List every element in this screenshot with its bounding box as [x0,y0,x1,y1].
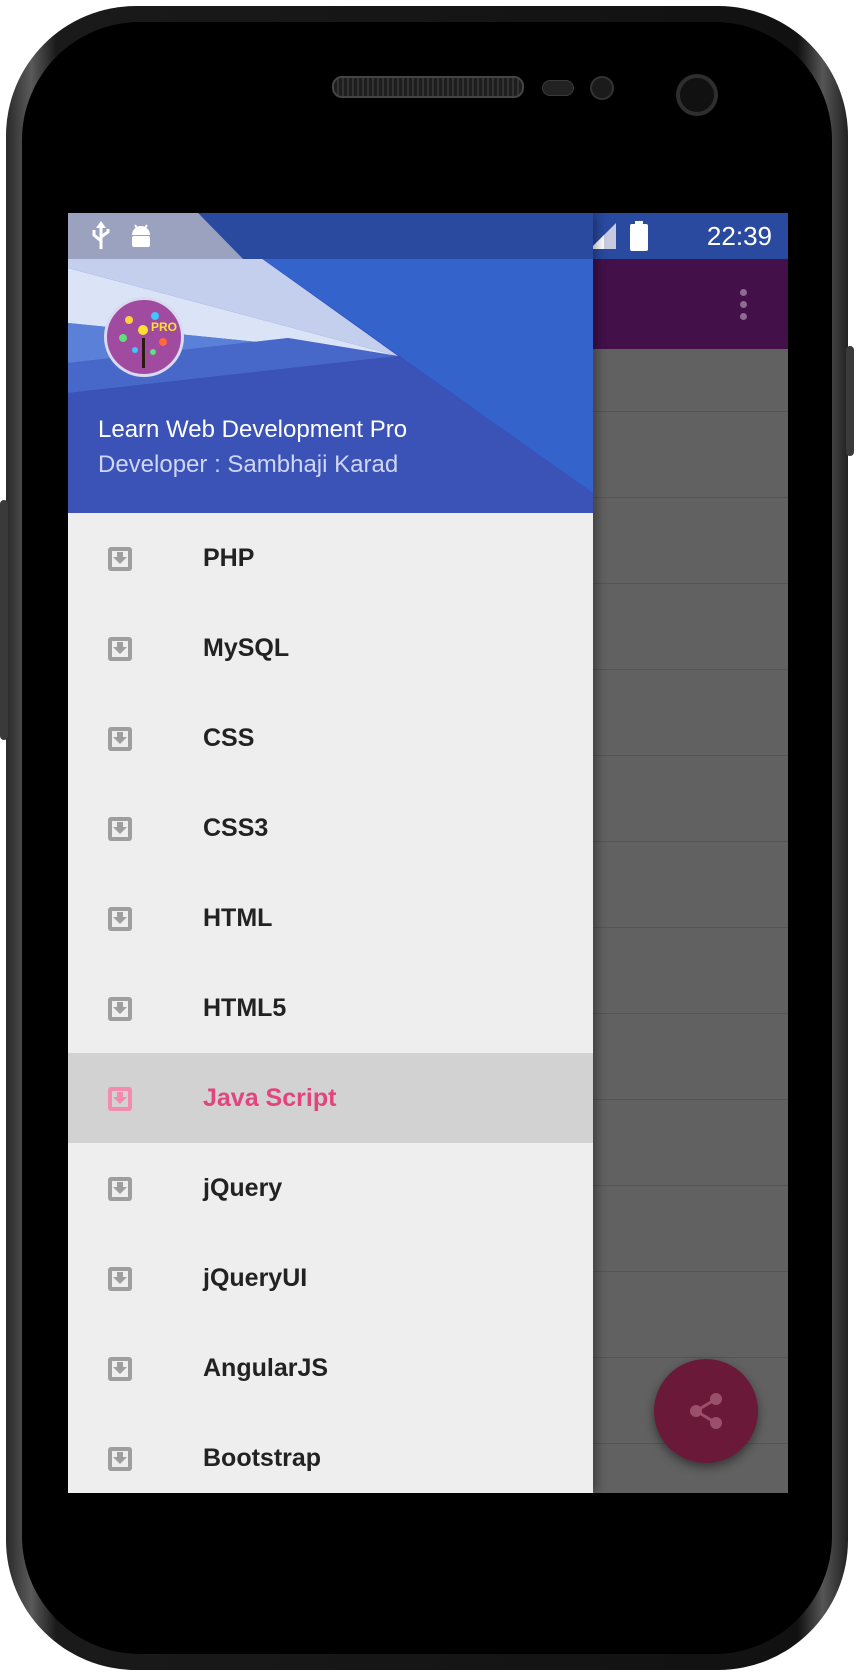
download-box-icon [108,1357,132,1381]
app-logo: PRO [104,297,184,377]
download-box-icon [108,1087,132,1111]
menu-item-label: MySQL [203,634,290,662]
share-icon [690,1393,722,1429]
share-fab-button[interactable] [654,1359,758,1463]
drawer-menu: PHP MySQL CSS CSS3 HTML HTML5 Java Scrip… [68,513,593,1493]
app-title: Learn Web Development Pro [98,416,408,443]
menu-item-label: CSS3 [203,814,269,842]
light-sensor [590,76,614,100]
menu-item-angularjs[interactable]: AngularJS [68,1323,593,1413]
list-divider [588,497,788,498]
menu-item-css3[interactable]: CSS3 [68,783,593,873]
usb-icon [92,221,110,249]
list-divider [588,669,788,670]
menu-item-html5[interactable]: HTML5 [68,963,593,1053]
menu-item-java-script[interactable]: Java Script [68,1053,593,1143]
menu-item-php[interactable]: PHP [68,513,593,603]
developer-name: Developer : Sambhaji Karad [98,451,399,478]
drawer-status-icons [68,213,593,259]
download-box-icon [108,1177,132,1201]
download-box-icon [108,907,132,931]
menu-item-label: AngularJS [203,1354,329,1382]
navigation-drawer: PRO Learn Web Development Pro Developer … [68,213,593,1493]
list-divider [588,927,788,928]
front-camera [676,74,718,116]
download-box-icon [108,727,132,751]
earpiece-speaker [332,76,524,98]
download-box-icon [108,997,132,1021]
menu-item-label: Java Script [203,1084,337,1112]
download-box-icon [108,817,132,841]
logo-badge: PRO [150,320,177,334]
menu-item-label: jQuery [203,1174,283,1202]
menu-item-label: CSS [203,724,255,752]
status-time: 22:39 [706,221,772,251]
list-divider [588,1185,788,1186]
battery-icon [630,221,648,251]
overflow-menu-icon[interactable] [740,289,748,323]
download-box-icon [108,1447,132,1471]
download-box-icon [108,637,132,661]
list-divider [588,841,788,842]
list-divider [588,1013,788,1014]
list-divider [588,583,788,584]
menu-item-jqueryui[interactable]: jQueryUI [68,1233,593,1323]
list-divider [588,411,788,412]
proximity-sensor [542,80,574,96]
menu-item-label: Bootstrap [203,1444,322,1472]
list-divider [588,755,788,756]
power-button [846,346,854,456]
volume-button [0,500,8,740]
menu-item-label: HTML5 [203,994,287,1022]
download-box-icon [108,547,132,571]
menu-item-label: PHP [203,544,255,572]
list-divider [588,1099,788,1100]
list-divider [588,1357,788,1358]
signal-icon [590,223,616,249]
menu-item-css[interactable]: CSS [68,693,593,783]
menu-item-html[interactable]: HTML [68,873,593,963]
download-box-icon [108,1267,132,1291]
menu-item-jquery[interactable]: jQuery [68,1143,593,1233]
menu-item-label: jQueryUI [203,1264,308,1292]
drawer-header: PRO Learn Web Development Pro Developer … [68,213,593,513]
menu-item-label: HTML [203,904,273,932]
menu-item-mysql[interactable]: MySQL [68,603,593,693]
screen: 3G 22:39 [68,213,788,1493]
menu-item-bootstrap[interactable]: Bootstrap [68,1413,593,1493]
list-divider [588,1271,788,1272]
android-icon [132,224,150,247]
